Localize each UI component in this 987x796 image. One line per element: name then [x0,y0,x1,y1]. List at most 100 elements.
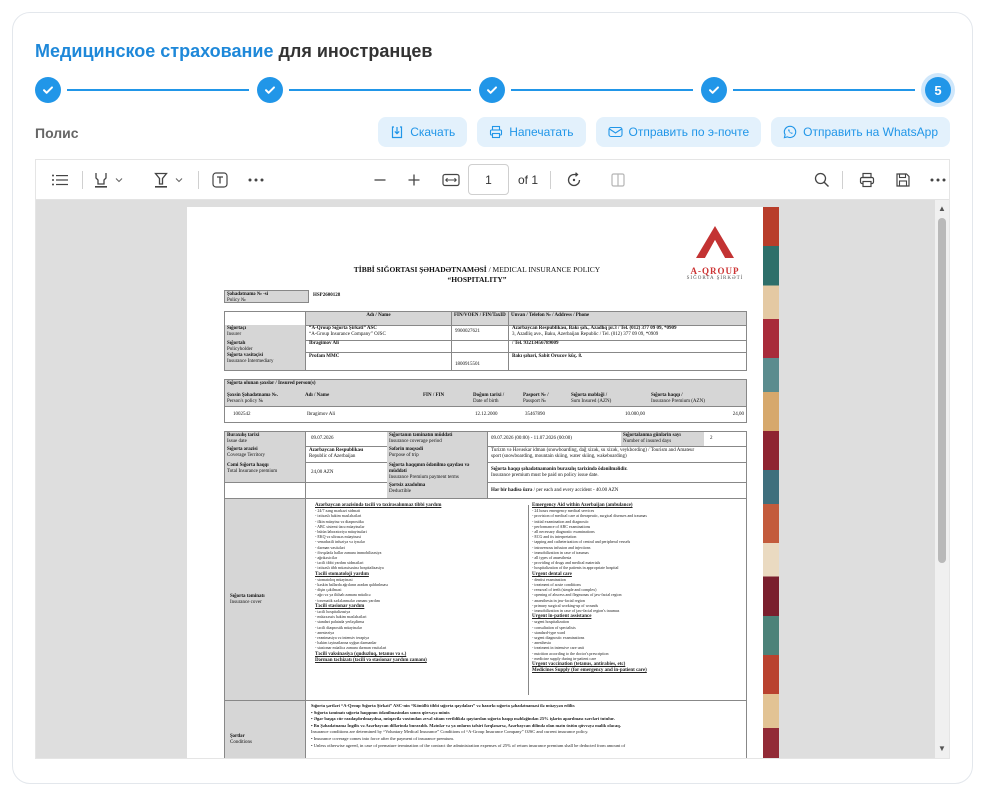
draw-tool-button[interactable] [150,160,172,200]
action-buttons: Скачать Напечатать Отправить по э-почте … [378,117,950,147]
conditions-label-cell [225,701,305,758]
pdf-more-button[interactable] [926,160,950,200]
scroll-up-arrow-icon[interactable]: ▲ [938,204,946,213]
pen-icon [154,172,168,188]
whatsapp-button[interactable]: Отправить на WhatsApp [771,117,950,147]
whatsapp-icon [783,125,797,139]
pdf-canvas[interactable]: A-QROUP SIĞORTA ŞİRKƏTİ TİBBİ SIĞORTASI … [36,200,949,758]
coverage-list-az: Azərbaycan ərazisində təcili və təxirəsa… [315,502,525,663]
intermediary-address: Bakı şəhəri, Sabit Orucov küç. 8. [512,354,583,359]
conditions-section: Şərtlər Conditions Sığorta şərtləri “A-Qr… [224,701,747,758]
parties-header-address: Ünvan / Telefon № / Address / Phone [509,312,746,325]
zoom-in-button[interactable] [402,160,426,200]
printer-icon [490,125,503,139]
total-premium-label: Cəmi Sığorta haqqı Total Insurance premiu… [225,462,305,482]
insurer-label: Sığortaçı Insurer [225,325,305,340]
highlight-options-chevron[interactable] [112,160,126,200]
conditions-label: Şərtlər Conditions [230,734,252,745]
more-tools-button[interactable] [244,160,268,200]
chevron-down-icon [115,178,123,183]
pdf-scrollbar[interactable]: ▲ ▼ [935,200,949,758]
download-button[interactable]: Скачать [378,117,468,147]
insured-dob: 12.12.2000 [475,412,498,417]
insured-header-name: Adı / Name [303,392,421,406]
coverage-item: - immobilization in case of jaw-facial r… [532,608,620,614]
issue-date-label: Buraxılış tarixi Issue date [225,432,305,446]
step-5-current[interactable]: 5 [925,77,951,103]
chevron-down-icon [175,178,183,183]
step-3-done[interactable] [479,77,505,103]
days-label: Sığortalanma günlərin sayı Number of insu… [621,432,704,446]
outline-toggle-button[interactable] [46,160,74,200]
coverage-group-heading: Urgent vaccination (tetanus, antirabies,… [532,662,626,668]
step-4-done[interactable] [701,77,727,103]
decorative-border-strip [763,207,779,758]
email-label: Отправить по э-почте [628,125,750,139]
policy-title-bold: TİBBİ SIĞORTASI ŞƏHADƏTNAMƏSİ [353,265,487,274]
check-icon [709,86,719,94]
toolbar-separator [842,171,843,189]
insured-premium: 24,00 [732,412,744,417]
insured-persons-table: Sığorta olunan şəxslər / Insured person(… [224,379,747,423]
logo-subtext: SIĞORTA ŞİRKƏTİ [686,276,744,281]
conditions-text: Sığorta şərtləri “A-Qroup Sığorta Şirkət… [311,703,745,749]
page-title: Медицинское страхование для иностранцев [35,41,432,62]
insurer-name: “A-Qroup Sığorta Şirkəti” ASC “A-Group In… [309,326,386,337]
pdf-print-button[interactable] [854,160,880,200]
issue-date-value: 09.07.2026 [311,436,334,441]
zoom-out-button[interactable] [368,160,392,200]
insured-header-fin: FİN / FIN [421,392,471,406]
payment-terms-value: Sığorta haqqı şəhadətnamənin buraxılış t… [491,467,628,478]
rotate-button[interactable] [562,160,586,200]
page-title-rest: для иностранцев [278,41,433,61]
insured-persons-title: Sığorta olunan şəxslər / Insured person(… [225,380,746,392]
email-icon [607,126,623,138]
insured-name: Ibragimov Ali [307,412,336,417]
step-1-done[interactable] [35,77,61,103]
printer-icon [859,172,875,188]
fit-page-button[interactable] [438,160,464,200]
toolbar-separator [82,171,83,189]
deductible-value: Hər bir hadisə üzrə / per each and every… [491,488,619,493]
highlight-tool-button[interactable] [90,160,112,200]
list-icon [52,174,68,186]
email-button[interactable]: Отправить по э-почте [595,117,762,147]
more-horizontal-icon [248,178,264,182]
step-2-done[interactable] [257,77,283,103]
highlighter-icon [95,173,107,188]
scroll-down-arrow-icon[interactable]: ▼ [938,744,946,753]
territory-value: Azərbaycan Respublikası Republic of Azerb… [309,448,364,459]
search-button[interactable] [810,160,834,200]
pdf-save-button[interactable] [890,160,916,200]
insurer-fin: 9900027621 [455,329,480,334]
policy-terms-table: Buraxılış tarixi Issue date 09.07.2026 Sı… [224,431,747,499]
parties-table: Adı / Name FİN/VÖEN / FIN/TaxID Ünvan / … [224,311,747,371]
text-box-icon [212,172,228,188]
coverage-item: - ixtisaslı tibb müəssisəsinə hospitaliz… [315,565,384,571]
two-page-view-button[interactable] [606,160,630,200]
cert-number-value: HSP2600128 [313,293,341,298]
insurer-address: Azərbaycan Respublikası, Bakı şəh., Azad… [512,326,677,337]
purpose-value: Turizm və Həvəskar idman (snowboarding, … [491,448,695,459]
policyholder-label: Sığortalı Policyholder [225,340,305,352]
draw-options-chevron[interactable] [172,160,186,200]
page-number-input[interactable]: 1 [468,164,509,195]
search-icon [814,172,829,187]
page-view-icon [611,173,625,187]
toolbar-separator [550,171,551,189]
parties-header-fin: FİN/VÖEN / FIN/TaxID [452,312,508,325]
days-value: 2 [710,436,713,441]
insured-sum: 10.000,00 [625,412,645,417]
page-title-highlight: Медицинское страхование [35,41,274,61]
minus-icon [374,179,386,181]
text-tool-button[interactable] [208,160,232,200]
print-button[interactable]: Напечатать [477,117,586,147]
insured-passport: 35467890 [525,412,545,417]
print-label: Напечатать [509,125,574,139]
policy-document-page: A-QROUP SIĞORTA ŞİRKƏTİ TİBBİ SIĞORTASI … [187,207,779,758]
parties-header-name: Adı / Name [306,312,451,325]
insured-policy-no: 1002542 [233,412,251,417]
coverage-item: - travmatik zədələnmələr zamanı yardım [315,597,380,603]
insured-header-premium: Sığorta haqqı / Insurance Premium (AZN) [649,392,746,406]
scrollbar-thumb[interactable] [938,218,946,563]
